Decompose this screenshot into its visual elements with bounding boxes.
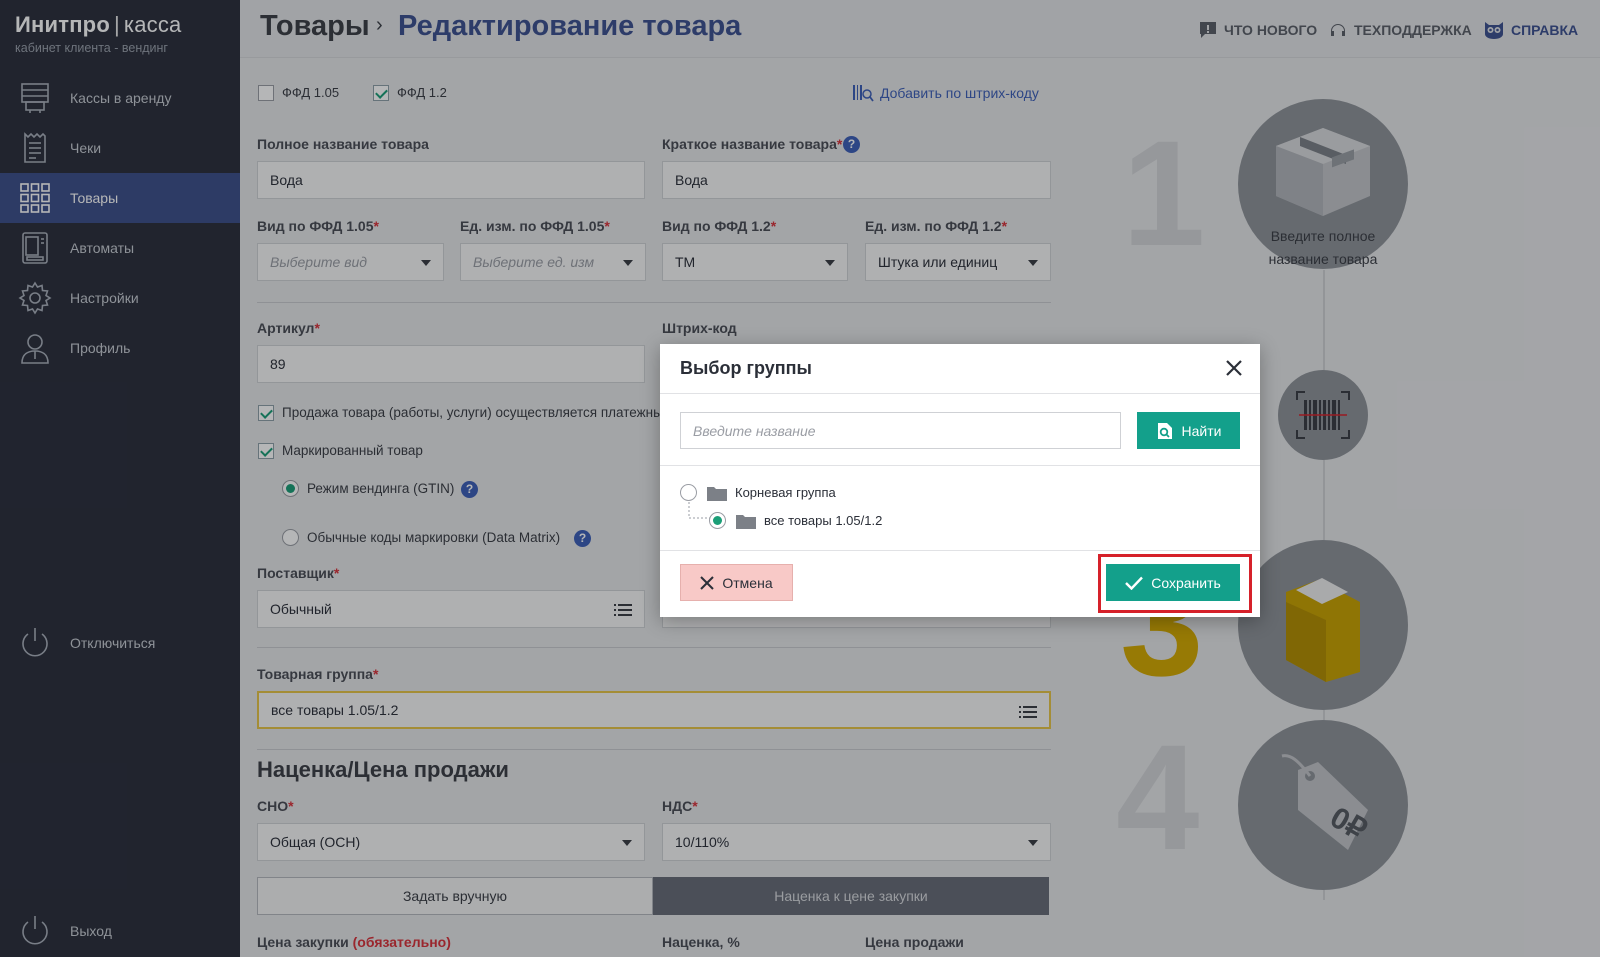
close-icon[interactable] [1222,356,1246,380]
dialog-title: Выбор группы [680,358,812,378]
cancel-button[interactable]: Отмена [680,564,793,601]
save-button-highlight [1098,554,1252,613]
dialog-divider [660,393,1260,394]
find-button[interactable]: Найти [1137,412,1240,449]
search-document-icon [1157,422,1172,439]
tree-item-root[interactable]: Корневая группа [680,484,836,501]
folder-icon [707,486,727,501]
close-icon [700,575,715,590]
tree-all-products-radio[interactable] [709,512,726,529]
dialog-divider [660,465,1260,466]
tree-connector [688,502,710,519]
group-search-input[interactable]: Введите название [680,412,1121,449]
folder-icon [736,514,756,529]
tree-item-all-products[interactable]: все товары 1.05/1.2 [709,512,882,529]
tree-root-radio[interactable] [680,484,697,501]
dialog-divider [660,550,1260,551]
